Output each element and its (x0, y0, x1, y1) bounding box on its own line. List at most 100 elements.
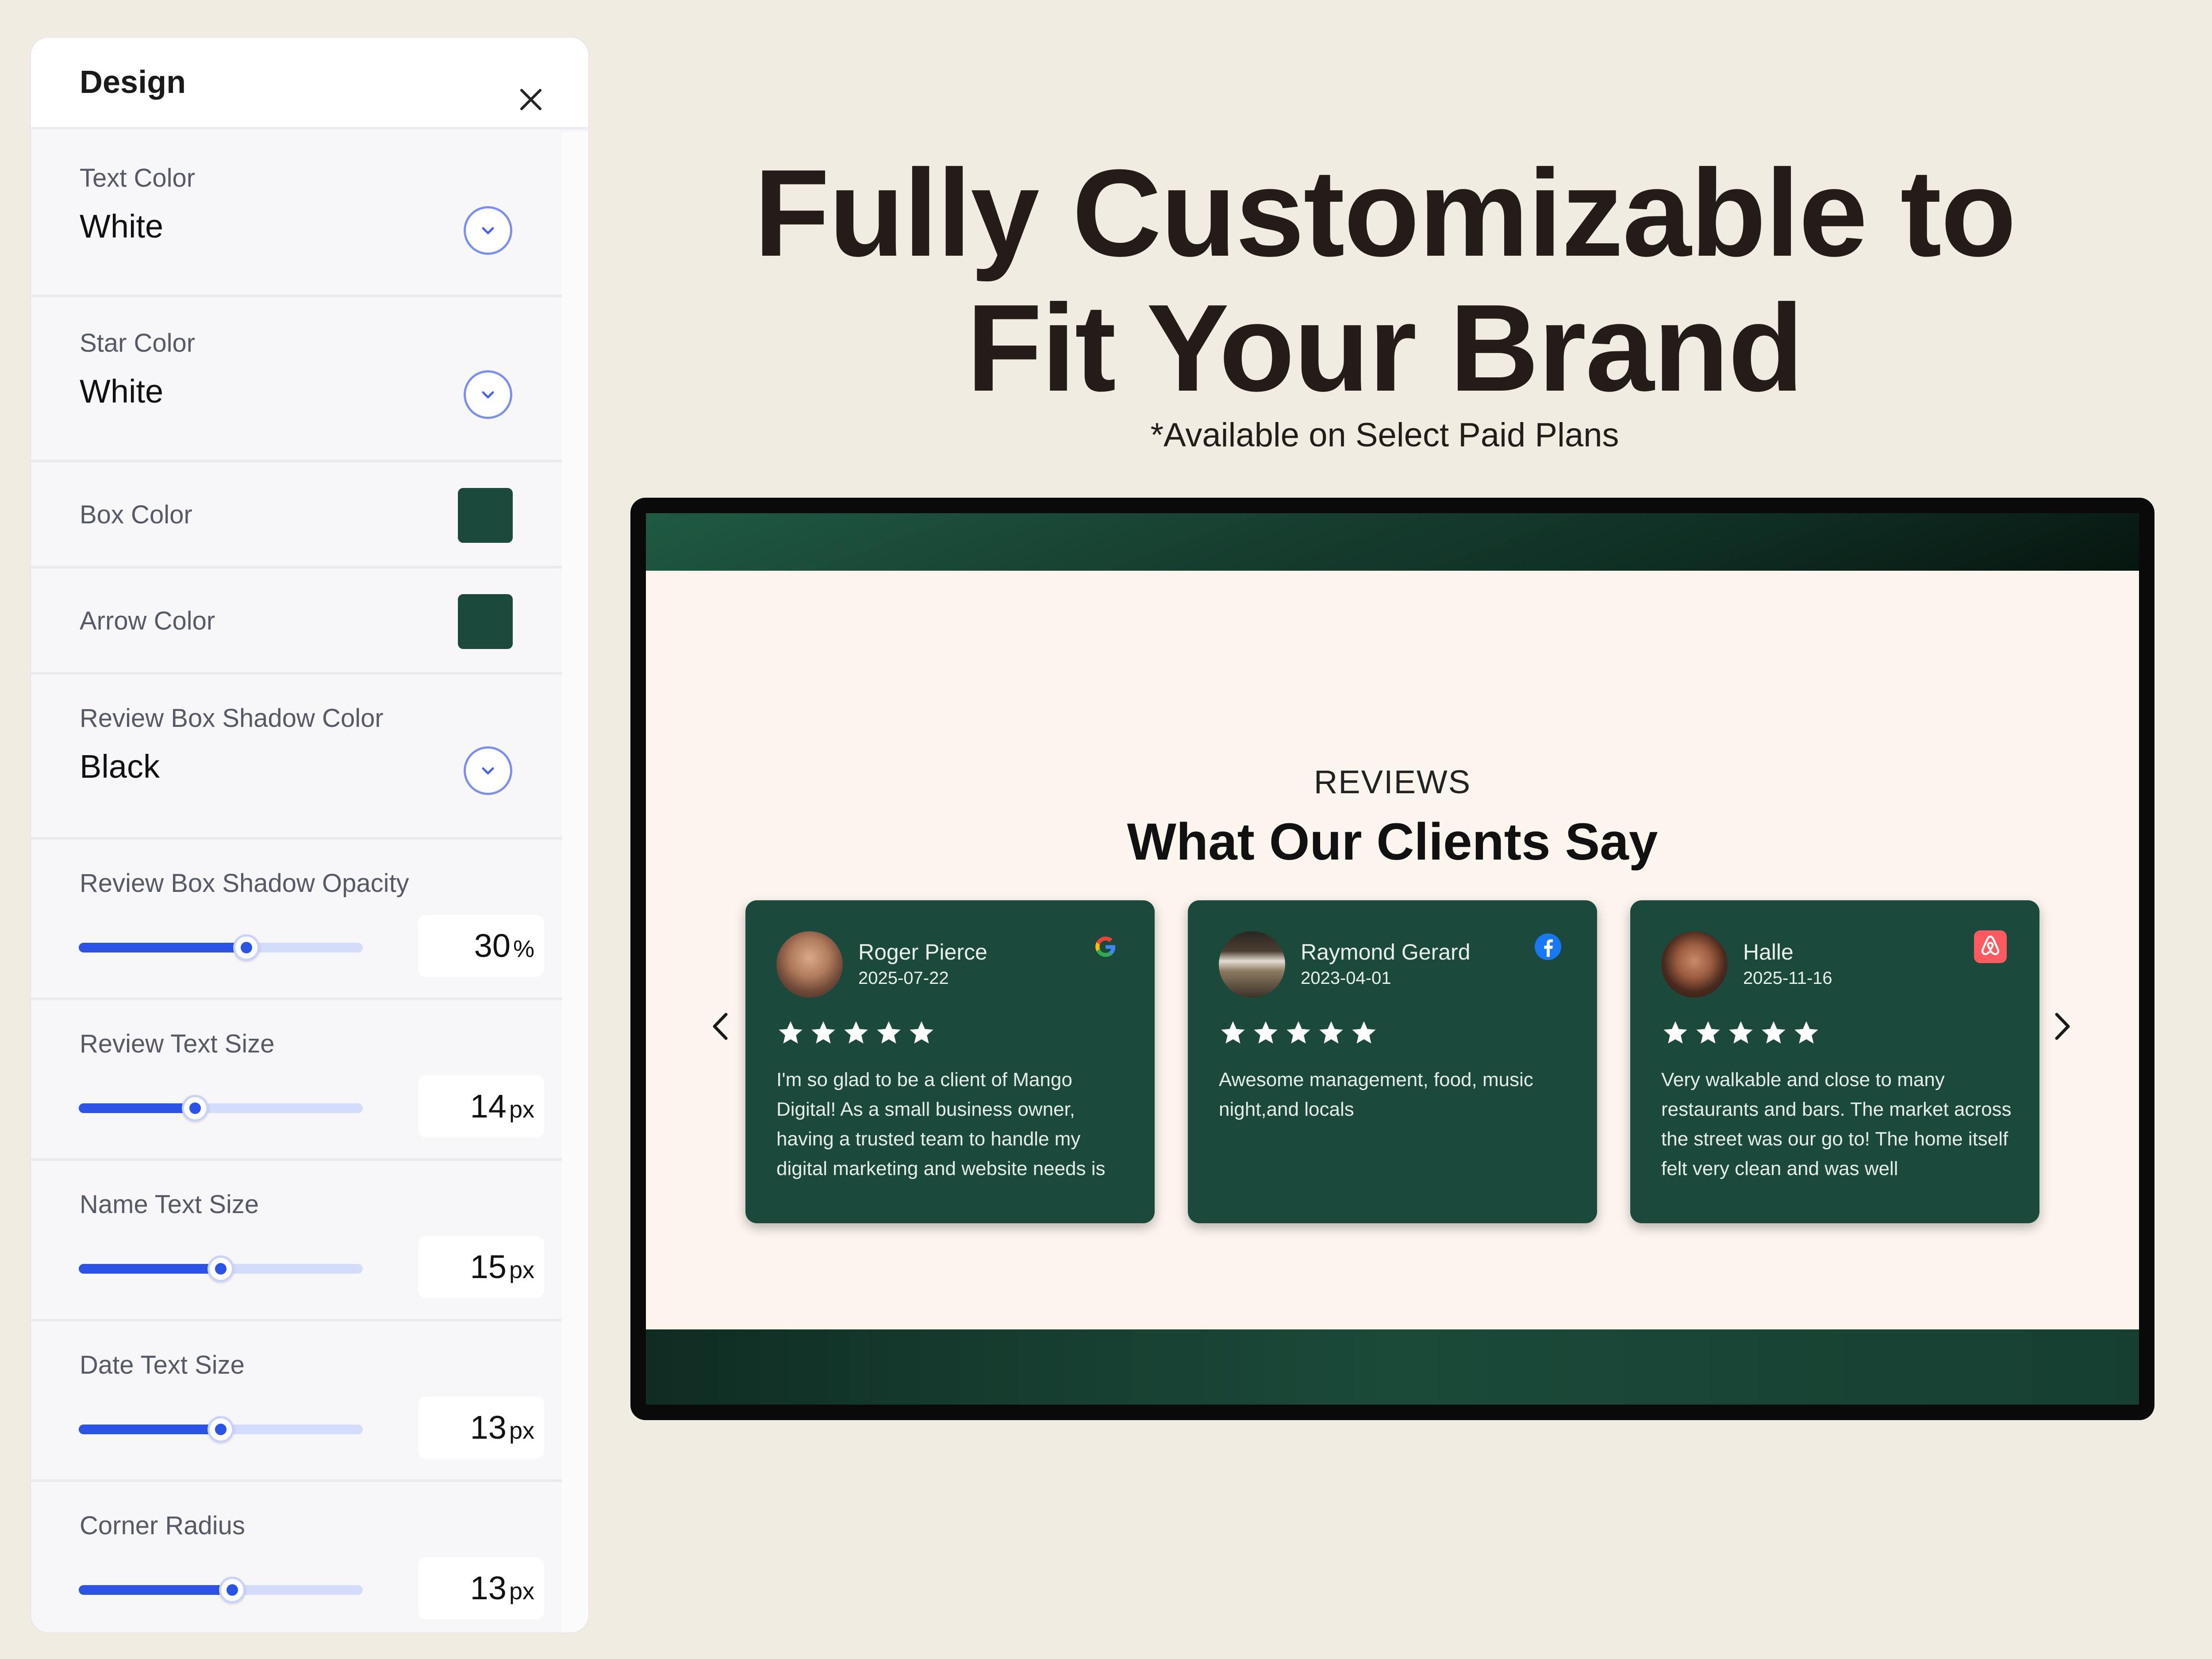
shadow-color-label: Review Box Shadow Color (80, 704, 384, 733)
star-rating (1219, 1019, 1378, 1047)
review-text-size-input[interactable]: 14 px (418, 1075, 544, 1137)
arrow-color-label: Arrow Color (80, 607, 215, 635)
review-text-size-section: Review Text Size 14 px (31, 1000, 562, 1161)
star-icon (1794, 1021, 1818, 1044)
review-card[interactable]: Raymond Gerard 2023-04-01 Awesome manage… (1188, 900, 1597, 1223)
star-color-value[interactable]: White (80, 373, 163, 410)
shadow-color-value[interactable]: Black (80, 748, 160, 785)
review-date: 2023-04-01 (1301, 968, 1391, 988)
paid-plans-note: *Available on Select Paid Plans (1150, 416, 1619, 454)
slider-fill (79, 1264, 221, 1274)
design-panel-title: Design (80, 65, 186, 100)
avatar (1219, 931, 1285, 998)
shadow-color-section: Review Box Shadow Color Black (31, 675, 562, 840)
corner-radius-input[interactable]: 13 px (418, 1557, 544, 1619)
review-date: 2025-11-16 (1743, 968, 1832, 988)
review-text-size-unit: px (509, 1096, 534, 1123)
design-panel: Design Text Color White Star Color White (31, 38, 588, 1632)
name-text-size-input[interactable]: 15 px (418, 1236, 544, 1298)
arrow-color-swatch[interactable] (458, 594, 513, 649)
shadow-color-dropdown[interactable] (464, 746, 512, 795)
reviews-widget: REVIEWS What Our Clients Say Roger Pierc… (646, 571, 2139, 1329)
headline: Fully Customizable to Fit Your Brand (633, 146, 2137, 416)
name-text-size-value: 15 (470, 1248, 507, 1285)
slider-fill (79, 1585, 232, 1595)
text-color-dropdown[interactable] (464, 206, 512, 255)
review-text-size-slider[interactable] (79, 1095, 363, 1121)
star-icon (910, 1021, 933, 1044)
review-text: I'm so glad to be a client of Mango Digi… (776, 1069, 1106, 1179)
airbnb-icon (1973, 929, 2008, 964)
star-icon (811, 1021, 835, 1044)
star-icon (779, 1021, 803, 1044)
star-icon (1696, 1021, 1720, 1044)
name-text-size-label: Name Text Size (80, 1190, 259, 1219)
star-color-section: Star Color White (31, 297, 562, 462)
star-icon (1319, 1021, 1343, 1044)
box-color-label: Box Color (80, 500, 192, 529)
shadow-opacity-value: 30 (474, 927, 511, 964)
star-icon (1254, 1021, 1278, 1044)
star-icon (1352, 1021, 1376, 1044)
panel-scrollbar[interactable] (562, 132, 588, 1632)
chevron-left-icon (701, 1013, 741, 1048)
star-icon (877, 1021, 901, 1044)
slider-fill (79, 943, 246, 952)
date-text-size-slider[interactable] (79, 1416, 363, 1443)
name-text-size-unit: px (509, 1257, 534, 1283)
slider-fill (79, 1425, 221, 1434)
carousel-next-arrow[interactable] (2042, 1006, 2081, 1046)
star-color-dropdown[interactable] (464, 370, 512, 419)
box-color-swatch[interactable] (458, 488, 513, 543)
corner-radius-section: Corner Radius 13 px (31, 1482, 562, 1632)
preview-header-band (646, 513, 2139, 571)
shadow-opacity-unit: % (513, 936, 534, 962)
reviews-title: What Our Clients Say (1127, 813, 1658, 871)
corner-radius-value: 13 (470, 1570, 507, 1606)
star-rating (1661, 1019, 1820, 1047)
date-text-size-input[interactable]: 13 px (418, 1397, 544, 1459)
avatar (776, 931, 843, 998)
star-icon (844, 1021, 868, 1044)
name-text-size-slider[interactable] (79, 1256, 363, 1282)
slider-handle[interactable] (233, 934, 260, 961)
close-icon[interactable] (515, 84, 546, 115)
date-text-size-label: Date Text Size (80, 1351, 245, 1379)
corner-radius-label: Corner Radius (80, 1511, 245, 1540)
star-icon (1286, 1021, 1310, 1044)
star-icon (1729, 1021, 1753, 1044)
star-rating (776, 1019, 936, 1047)
review-date: 2025-07-22 (858, 968, 949, 988)
review-card[interactable]: Halle 2025-11-16 Very walkable and close… (1630, 900, 2039, 1223)
review-card[interactable]: Roger Pierce 2025-07-22 I'm so glad to b… (745, 900, 1155, 1223)
reviewer-name: Roger Pierce (858, 940, 987, 964)
avatar (1661, 931, 1728, 998)
shadow-opacity-input[interactable]: 30% (418, 915, 544, 977)
slider-handle[interactable] (207, 1416, 234, 1443)
facebook-icon (1531, 929, 1565, 964)
design-panel-body: Text Color White Star Color White Box Co… (31, 132, 562, 1632)
corner-radius-slider[interactable] (79, 1577, 363, 1603)
slider-handle[interactable] (219, 1577, 246, 1603)
date-text-size-unit: px (509, 1417, 534, 1444)
corner-radius-unit: px (509, 1578, 534, 1605)
star-icon (1762, 1021, 1786, 1044)
date-text-size-section: Date Text Size 13 px (31, 1321, 562, 1482)
box-color-section: Box Color (31, 462, 562, 568)
carousel-prev-arrow[interactable] (701, 1006, 741, 1046)
review-text-size-label: Review Text Size (80, 1029, 275, 1058)
google-icon (1088, 929, 1123, 964)
date-text-size-value: 13 (470, 1409, 507, 1446)
slider-handle[interactable] (207, 1256, 234, 1282)
shadow-opacity-label: Review Box Shadow Opacity (80, 869, 409, 898)
preview-device-frame: REVIEWS What Our Clients Say Roger Pierc… (630, 498, 2154, 1420)
shadow-opacity-slider[interactable] (79, 934, 363, 961)
review-text: Very walkable and close to many restaura… (1661, 1069, 2012, 1179)
text-color-label: Text Color (80, 164, 196, 192)
text-color-section: Text Color White (31, 132, 562, 297)
star-icon (1663, 1021, 1687, 1044)
slider-handle[interactable] (182, 1095, 209, 1121)
text-color-value[interactable]: White (80, 207, 163, 245)
star-color-label: Star Color (80, 329, 196, 357)
star-icon (1221, 1021, 1245, 1044)
